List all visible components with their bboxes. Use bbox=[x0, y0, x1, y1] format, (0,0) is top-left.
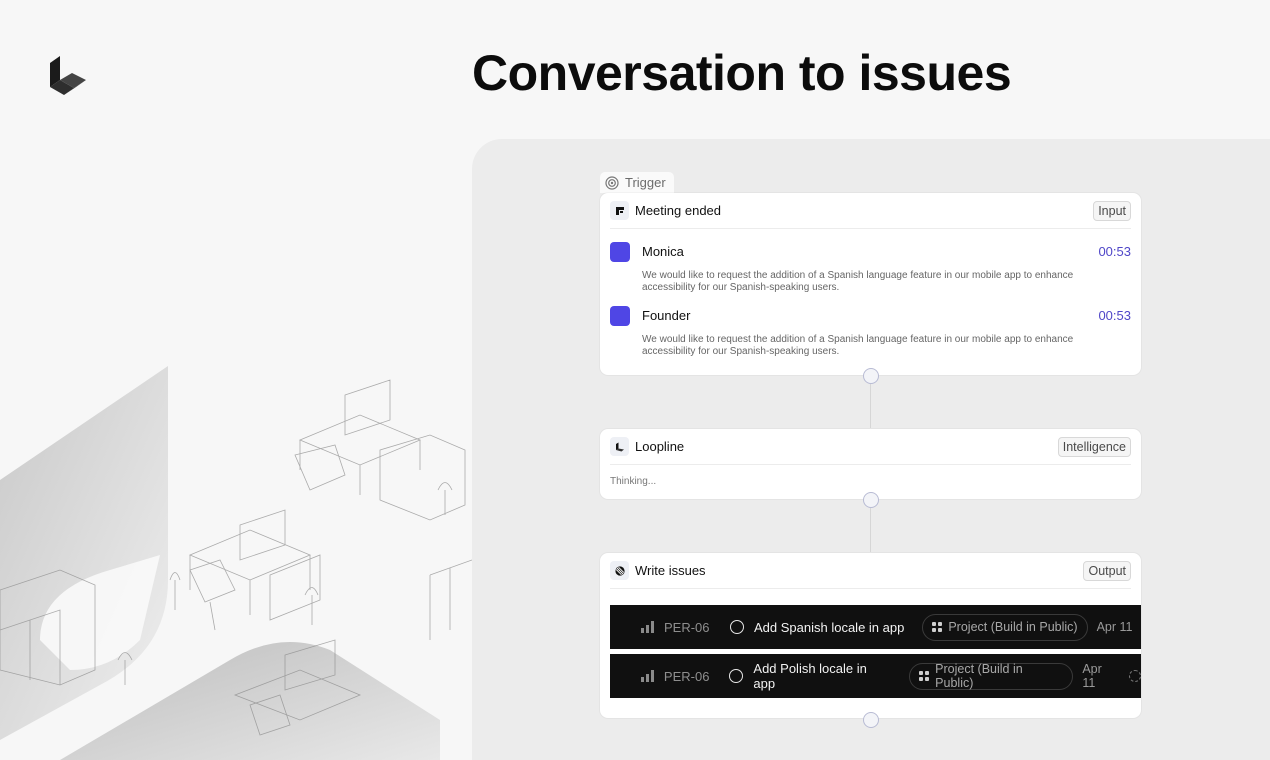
issue-date: Apr 11 bbox=[1096, 620, 1133, 634]
timestamp: 00:53 bbox=[1098, 308, 1131, 323]
message-text: We would like to request the addition of… bbox=[642, 334, 1074, 357]
transcript-message: Monica 00:53 We would like to request th… bbox=[600, 242, 1141, 294]
connection-node[interactable] bbox=[863, 712, 879, 728]
intelligence-card[interactable]: Loopline Intelligence Thinking... bbox=[600, 429, 1141, 499]
card-header: Loopline Intelligence bbox=[610, 429, 1131, 465]
speaker-name: Monica bbox=[642, 244, 684, 259]
meeting-app-icon bbox=[610, 201, 629, 220]
connection-node[interactable] bbox=[863, 492, 879, 508]
project-grid-icon bbox=[932, 622, 943, 632]
connection-node[interactable] bbox=[863, 368, 879, 384]
project-chip[interactable]: Project (Build in Public) bbox=[922, 613, 1088, 641]
avatar bbox=[610, 242, 630, 262]
speaker-name: Founder bbox=[642, 308, 691, 323]
card-title: Write issues bbox=[635, 563, 706, 578]
card-header: Meeting ended Input bbox=[610, 193, 1131, 229]
connector-line bbox=[870, 508, 871, 552]
issue-row[interactable]: PER-06 Add Spanish locale in app Project… bbox=[610, 605, 1141, 649]
office-illustration bbox=[0, 366, 472, 760]
priority-bars-icon bbox=[641, 621, 655, 633]
card-header: Write issues Output bbox=[610, 553, 1131, 589]
loopline-icon bbox=[610, 437, 629, 456]
issue-title: Add Polish locale in app bbox=[753, 661, 867, 691]
card-title: Meeting ended bbox=[635, 203, 722, 218]
transcript-message: Founder 00:53 We would like to request t… bbox=[600, 306, 1141, 358]
page-title: Conversation to issues bbox=[472, 45, 1012, 101]
priority-bars-icon bbox=[641, 670, 655, 682]
loopline-logo bbox=[50, 56, 86, 95]
input-badge: Input bbox=[1093, 200, 1131, 221]
issue-tracker-icon bbox=[610, 561, 629, 580]
intelligence-badge: Intelligence bbox=[1057, 436, 1131, 457]
project-label: Project (Build in Public) bbox=[935, 662, 1023, 690]
issue-id: PER-06 bbox=[663, 668, 710, 684]
card-title: Loopline bbox=[635, 439, 685, 454]
assignee-icon[interactable] bbox=[1129, 670, 1141, 682]
issue-id: PER-06 bbox=[664, 619, 710, 635]
output-badge: Output bbox=[1083, 560, 1131, 581]
trigger-card[interactable]: Meeting ended Input Monica 00:53 We woul… bbox=[600, 193, 1141, 375]
project-chip[interactable]: Project (Build in Public) bbox=[909, 662, 1074, 690]
issue-date: Apr 11 bbox=[1082, 662, 1102, 690]
project-grid-icon bbox=[919, 671, 930, 681]
todo-circle-icon[interactable] bbox=[729, 669, 744, 683]
issue-row[interactable]: PER-06 Add Polish locale in app Project … bbox=[610, 654, 1141, 698]
message-text: We would like to request the addition of… bbox=[642, 270, 1074, 293]
issue-title: Add Spanish locale in app bbox=[754, 619, 905, 635]
project-label: Project (Build in Public) bbox=[948, 620, 1078, 634]
timestamp: 00:53 bbox=[1098, 244, 1131, 259]
target-icon bbox=[605, 175, 619, 190]
connector-line bbox=[870, 384, 871, 428]
trigger-tag: Trigger bbox=[600, 172, 674, 193]
todo-circle-icon[interactable] bbox=[730, 620, 744, 634]
avatar bbox=[610, 306, 630, 326]
trigger-label: Trigger bbox=[625, 175, 666, 190]
